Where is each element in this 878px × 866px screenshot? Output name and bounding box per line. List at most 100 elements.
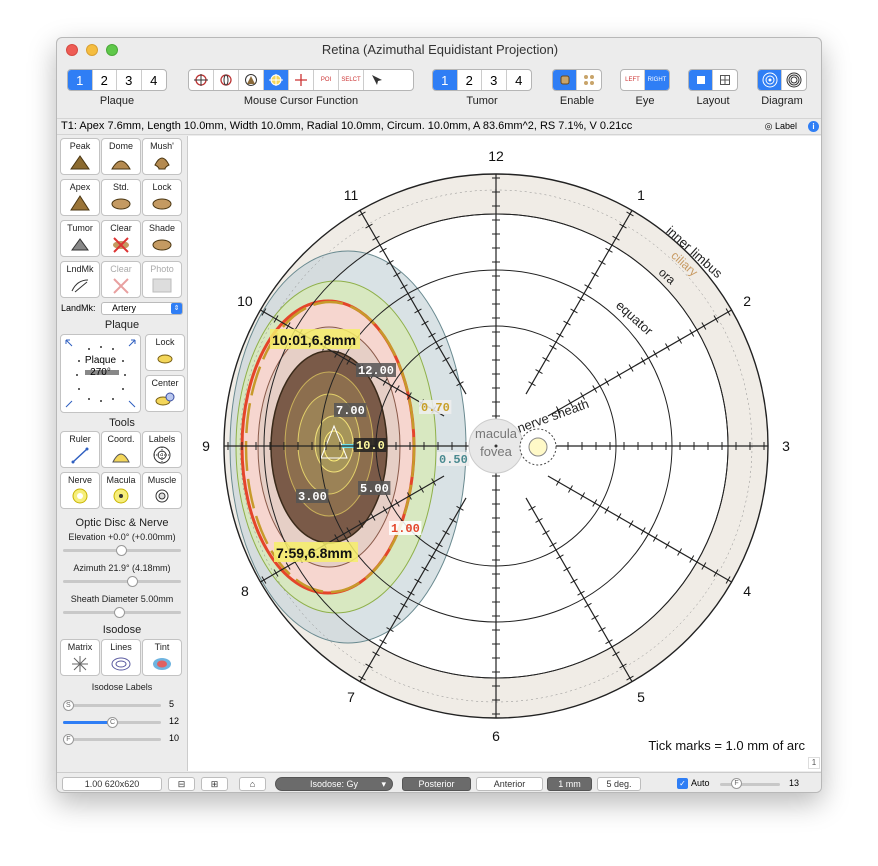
isodose-label-slider[interactable] [63,704,161,707]
tumor-option-2[interactable]: 2 [458,70,482,90]
view-posterior-button[interactable]: Posterior [402,777,471,791]
coord-button[interactable]: Coord. [101,431,141,468]
isodose-tint-button[interactable]: Tint [142,639,182,676]
landmark-label: LandMk: [61,303,96,313]
zoom-button[interactable] [106,44,118,56]
callout-bottom: 7:59,6.8mm [276,545,352,561]
nerve-icon [72,488,88,504]
home-icon: ⌂ [249,779,256,789]
cursor-tumor-icon[interactable] [239,70,264,90]
cursor-crosshair-icon[interactable] [289,70,314,90]
ruler-button[interactable]: Ruler [60,431,100,468]
layout-selector [688,69,738,91]
eye-right-button[interactable]: RIGHT [645,70,669,90]
diagram-spiral-icon[interactable] [782,70,806,90]
layout-single-icon[interactable] [689,70,714,90]
cursor-move-icon[interactable] [189,70,214,90]
diagram-selector [757,69,807,91]
eye-icon: ◎ [764,121,773,131]
enable-group-label: Enable [559,95,595,107]
plaque-option-2[interactable]: 2 [93,70,117,90]
sheath-slider-thumb[interactable] [114,607,125,618]
tumor-tool-button[interactable]: Tumor [60,220,100,257]
auto-slider-thumb[interactable]: F [731,778,742,789]
sidebar: Peak Dome Mush' Apex Std. Lock Tumor Cle… [57,136,187,772]
shade-button[interactable]: Shade [142,220,182,257]
isodose-label-slider-thumb[interactable]: C [107,717,118,728]
landmark-select[interactable]: Artery ⇕ [101,302,183,315]
macula-button[interactable]: Macula [101,472,141,509]
cursor-plaque-icon[interactable] [264,70,289,90]
auto-slider[interactable] [720,783,780,786]
apex-shape-button[interactable]: Apex [60,179,100,216]
isodose-label-slider-thumb[interactable]: F [62,734,74,745]
isodose-matrix-button[interactable]: Matrix [60,639,100,676]
isodose-label-slider-value: 12 [169,716,180,726]
lock-shape-button[interactable]: Lock [142,179,182,216]
dome-shape-button[interactable]: Dome [101,138,141,175]
retina-diagram[interactable]: 12 1 2 3 4 5 6 7 8 9 10 11 macula fovea inner limbus ci… [187,136,822,771]
landmark-icon [71,279,89,293]
isodose-value-label: 0.50 [439,453,468,467]
clock-number-11: 11 [344,187,359,203]
zoom-in-button[interactable]: ⊞ [201,777,228,791]
eye-group-label: Eye [635,95,655,107]
info-icon[interactable]: i [808,121,819,132]
clear-tumor-button[interactable]: Clear [101,220,141,257]
chevron-down-icon: ▾ [381,779,386,789]
plaque-center-button[interactable]: Center [145,375,185,412]
plaque-option-4[interactable]: 4 [142,70,166,90]
tumor-option-4[interactable]: 4 [507,70,531,90]
isodose-value-label: 5.00 [360,482,389,496]
home-button[interactable]: ⌂ [239,777,266,791]
clear-landmark-icon [113,278,129,294]
close-button[interactable] [66,44,78,56]
enable-single-icon[interactable] [553,70,578,90]
muscle-button[interactable]: Muscle [142,472,182,509]
view-anterior-button[interactable]: Anterior [476,777,543,791]
eye-left-button[interactable]: LEFT [621,70,646,90]
mushroom-shape-button[interactable]: Mush' [142,138,182,175]
isodose-unit-select[interactable]: Isodose: Gy ▾ [275,777,393,791]
label-toggle[interactable]: ◎ Label [765,119,797,134]
std-shape-button[interactable]: Std. [101,179,141,216]
azimuth-slider-thumb[interactable] [127,576,138,587]
isodose-label-slider-value: 10 [169,733,180,743]
landmark-button[interactable]: LndMk [60,261,100,298]
enable-multi-icon[interactable] [577,70,601,90]
clock-number-8: 8 [241,583,249,599]
plaque-lock-button[interactable]: Lock [145,334,185,371]
unit-deg-button[interactable]: 5 deg. [597,777,641,791]
dome-shape-icon [111,160,131,170]
labels-button[interactable]: Labels [142,431,182,468]
isodose-value-label: 7.00 [336,404,365,418]
plaque-rotation-box[interactable]: Plaque 270° [60,334,141,413]
peak-shape-button[interactable]: Peak [60,138,100,175]
elevation-slider-thumb[interactable] [116,545,127,556]
minimize-button[interactable] [86,44,98,56]
clock-number-12: 12 [488,148,504,164]
nerve-button[interactable]: Nerve [60,472,100,509]
cursor-select-icon[interactable]: SELCT [339,70,364,90]
tumor-option-3[interactable]: 3 [482,70,507,90]
layout-grid-icon[interactable] [713,70,737,90]
retina-diagram-svg[interactable]: 121234567891011maculafoveainner limbusci… [188,136,822,771]
auto-checkbox[interactable]: ✓ [677,778,688,789]
azimuth-slider[interactable] [63,580,181,583]
isodose-label-slider[interactable] [63,738,161,741]
cursor-rotate-icon[interactable] [214,70,239,90]
plaque-option-3[interactable]: 3 [117,70,142,90]
unit-mm-button[interactable]: 1 mm [547,777,592,791]
tumor-option-1[interactable]: 1 [433,70,458,90]
zoom-out-button[interactable]: ⊟ [168,777,195,791]
clock-number-2: 2 [743,293,751,309]
auto-value: 13 [789,778,800,788]
layout-group-label: Layout [696,95,730,107]
diagram-rings-icon[interactable] [758,70,783,90]
cursor-poi-icon[interactable]: POI [314,70,339,90]
sheath-label: Sheath Diameter 5.00mm [70,594,174,604]
isodose-label-slider-thumb[interactable]: S [62,700,74,711]
isodose-lines-button[interactable]: Lines [101,639,141,676]
cursor-pointer-icon[interactable] [364,70,390,90]
plaque-option-1[interactable]: 1 [68,70,93,90]
